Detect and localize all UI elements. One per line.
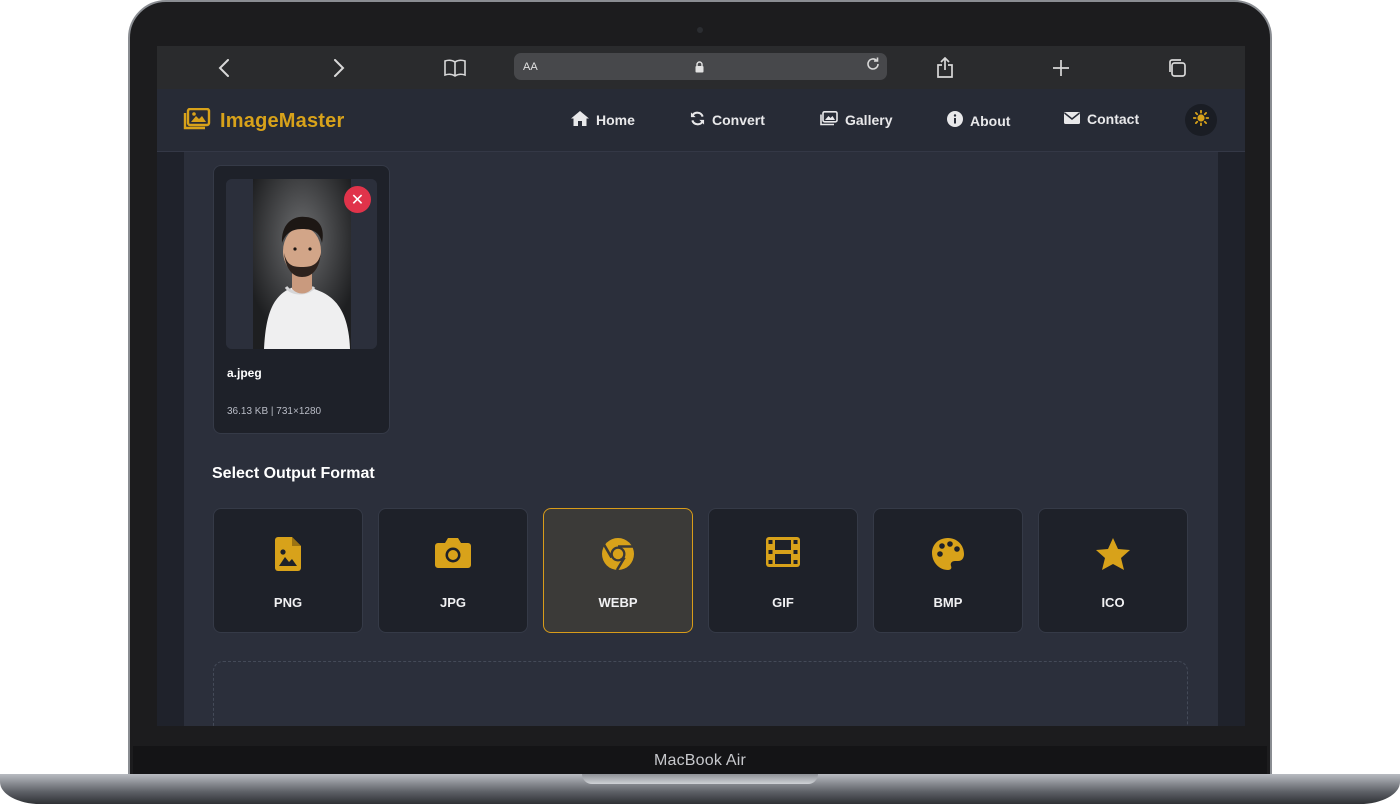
format-label: WEBP bbox=[598, 595, 638, 610]
format-label: BMP bbox=[933, 595, 963, 610]
new-tab-icon[interactable] bbox=[1048, 55, 1074, 81]
back-icon[interactable] bbox=[211, 55, 237, 81]
reader-mode-label[interactable]: AA bbox=[523, 61, 538, 73]
nav-home-label: Home bbox=[596, 112, 635, 128]
brand-name: ImageMaster bbox=[220, 110, 345, 132]
screen: AA ImageMaster Home Convert Gallery Abou… bbox=[157, 46, 1245, 726]
nav-contact[interactable]: Contact bbox=[1064, 111, 1139, 127]
laptop-notch bbox=[582, 774, 818, 784]
nav-gallery-label: Gallery bbox=[845, 112, 893, 128]
nav-convert-label: Convert bbox=[712, 112, 765, 128]
nav-contact-label: Contact bbox=[1087, 111, 1140, 127]
lock-icon bbox=[695, 60, 704, 78]
film-icon bbox=[709, 537, 857, 567]
nav-about-label: About bbox=[970, 112, 1011, 129]
chrome-icon bbox=[544, 537, 692, 571]
format-option-webp[interactable]: WEBP bbox=[543, 508, 693, 633]
conversion-dropzone[interactable] bbox=[213, 661, 1188, 726]
nav-about[interactable]: About bbox=[947, 111, 1010, 130]
home-icon bbox=[571, 111, 589, 129]
sun-icon bbox=[1192, 109, 1210, 131]
format-option-jpg[interactable]: JPG bbox=[378, 508, 528, 633]
envelope-icon bbox=[1064, 111, 1080, 127]
bookmarks-icon[interactable] bbox=[442, 55, 468, 81]
share-icon[interactable] bbox=[932, 55, 958, 81]
format-option-png[interactable]: PNG bbox=[213, 508, 363, 633]
format-label: PNG bbox=[273, 595, 303, 610]
format-label: JPG bbox=[439, 595, 466, 610]
brand-logo[interactable]: ImageMaster bbox=[183, 107, 345, 135]
palette-icon bbox=[874, 537, 1022, 571]
format-label: ICO bbox=[1101, 595, 1125, 610]
camera-icon bbox=[379, 537, 527, 569]
sync-icon bbox=[690, 111, 705, 129]
format-options: PNG JPG WEBP GIF BMP ICO bbox=[213, 508, 1188, 633]
app-navbar: ImageMaster Home Convert Gallery About C… bbox=[157, 89, 1245, 152]
remove-file-button[interactable]: ✕ bbox=[344, 186, 371, 213]
browser-toolbar: AA bbox=[157, 46, 1245, 89]
file-name: a.jpeg bbox=[227, 366, 262, 380]
format-option-gif[interactable]: GIF bbox=[708, 508, 858, 633]
format-label: GIF bbox=[772, 595, 794, 610]
format-option-ico[interactable]: ICO bbox=[1038, 508, 1188, 633]
star-icon bbox=[1039, 537, 1187, 571]
address-bar[interactable]: AA bbox=[514, 53, 887, 80]
close-icon: ✕ bbox=[350, 191, 365, 209]
nav-gallery[interactable]: Gallery bbox=[820, 111, 892, 129]
nav-convert[interactable]: Convert bbox=[690, 111, 765, 129]
reload-icon[interactable] bbox=[865, 56, 881, 77]
format-option-bmp[interactable]: BMP bbox=[873, 508, 1023, 633]
tabs-icon[interactable] bbox=[1164, 55, 1190, 81]
images-logo-icon bbox=[183, 107, 211, 135]
file-image-icon bbox=[214, 537, 362, 571]
camera-dot bbox=[697, 27, 703, 33]
info-icon bbox=[947, 111, 963, 130]
nav-home[interactable]: Home bbox=[571, 111, 635, 129]
file-meta: 36.13 KB | 731×1280 bbox=[227, 406, 322, 417]
images-icon bbox=[820, 111, 838, 129]
forward-icon[interactable] bbox=[326, 55, 352, 81]
device-label: MacBook Air bbox=[653, 752, 746, 769]
output-format-title: Select Output Format bbox=[212, 465, 375, 482]
uploaded-file-card: ✕ a.jpeg 36.13 KB | 731×1280 bbox=[213, 165, 390, 434]
theme-toggle-button[interactable] bbox=[1185, 104, 1217, 136]
